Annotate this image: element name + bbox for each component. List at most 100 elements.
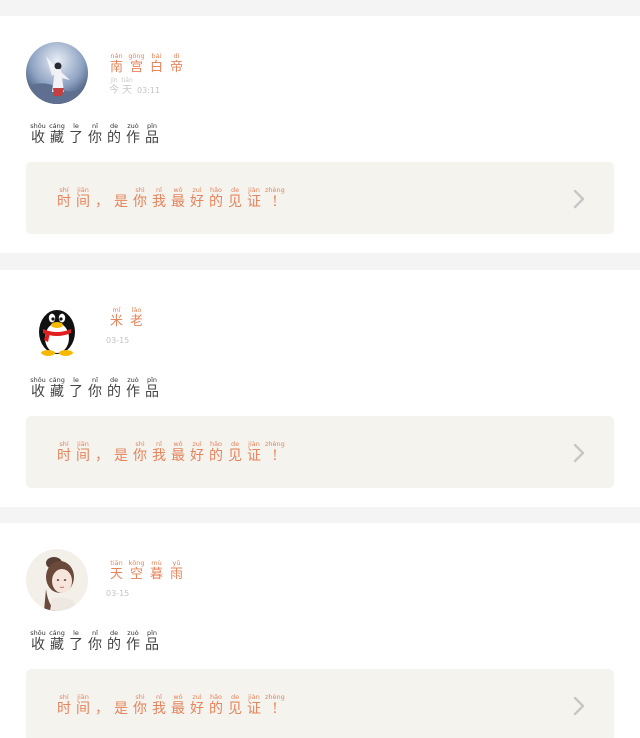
pinyin-annotation: yǔ bbox=[172, 559, 181, 567]
ruby-character: cáng 藏 bbox=[49, 629, 65, 653]
girl-in-white-robe-avatar-icon bbox=[26, 42, 88, 104]
pinyin-annotation: shí bbox=[59, 440, 69, 448]
hanzi-character: 了 bbox=[69, 637, 83, 653]
ruby-character: de 的 bbox=[106, 629, 122, 653]
pinyin-annotation: hǎo bbox=[209, 186, 223, 194]
ruby-character: gōng 宫 bbox=[128, 52, 145, 75]
pinyin-annotation: nǐ bbox=[156, 186, 162, 194]
feed-card-1: nán 南 gōng 宫 bái 白 dì 帝 jīn 今 tiān 天 03:11 shō… bbox=[0, 16, 640, 253]
qq-penguin-avatar-icon bbox=[26, 296, 88, 358]
ruby-character: shí 时 bbox=[56, 440, 72, 464]
hanzi-character: 好 bbox=[190, 448, 204, 464]
ruby-character: tiān 天 bbox=[108, 559, 125, 582]
pinyin-annotation: shì bbox=[135, 693, 145, 701]
hanzi-character: 了 bbox=[69, 384, 83, 400]
hanzi-character: 作 bbox=[126, 637, 140, 653]
work-link-3[interactable]: shí 时 jiān 间 ， 是 shì 你 nǐ 我 wǒ 最 zuì 好 hǎo 的 de… bbox=[26, 669, 614, 738]
pinyin-annotation: nǐ bbox=[92, 376, 98, 384]
ruby-character: shì 你 bbox=[132, 440, 148, 464]
hanzi-character: 时 bbox=[57, 194, 71, 210]
ruby-character: wǒ 最 bbox=[170, 440, 186, 464]
hanzi-character: 了 bbox=[69, 130, 83, 146]
hanzi-character: 的 bbox=[107, 637, 121, 653]
hanzi-character: 白 bbox=[149, 60, 163, 75]
hanzi-character: 作 bbox=[126, 384, 140, 400]
work-link-1[interactable]: shí 时 jiān 间 ， 是 shì 你 nǐ 我 wǒ 最 zuì 好 hǎo 的 de… bbox=[26, 162, 614, 234]
ruby-character: shí 时 bbox=[56, 186, 72, 210]
pinyin-annotation: tiān bbox=[121, 77, 133, 84]
pinyin-annotation: bái bbox=[151, 52, 162, 60]
ruby-character: tiān 天 bbox=[121, 77, 133, 97]
ruby-character: shōu 收 bbox=[30, 376, 46, 400]
pinyin-annotation: pǐn bbox=[146, 122, 158, 130]
ruby-character: pǐn 品 bbox=[144, 122, 160, 146]
pinyin-annotation: de bbox=[109, 122, 119, 130]
ruby-character: shì 你 bbox=[132, 186, 148, 210]
action-text-1: shōu 收 cáng 藏 le 了 nǐ 你 de 的 zuò 作 pǐn 品 bbox=[30, 122, 163, 146]
pinyin-annotation: nǐ bbox=[156, 693, 162, 701]
hanzi-character: ! bbox=[272, 448, 278, 464]
pinyin-annotation: jiàn bbox=[248, 693, 260, 701]
ruby-character: nǐ 你 bbox=[87, 376, 103, 400]
pinyin-annotation: le bbox=[73, 629, 79, 637]
feed-card-3: tiān 天 kōng 空 mù 暮 yǔ 雨 03-15 shōu 收 cáng 藏 le… bbox=[0, 523, 640, 738]
username-3[interactable]: tiān 天 kōng 空 mù 暮 yǔ 雨 bbox=[108, 559, 188, 582]
hanzi-character: 的 bbox=[107, 130, 121, 146]
ruby-character: nǐ 你 bbox=[87, 629, 103, 653]
chevron-right-icon bbox=[570, 442, 588, 464]
ruby-character: shōu 收 bbox=[30, 629, 46, 653]
ruby-character: ， bbox=[94, 440, 110, 464]
ruby-character: zhèng! bbox=[265, 186, 285, 210]
avatar-2[interactable] bbox=[26, 296, 88, 358]
ruby-character: jīn 今 bbox=[108, 77, 120, 97]
ruby-character: de 的 bbox=[106, 376, 122, 400]
ruby-character: shōu 收 bbox=[30, 122, 46, 146]
hanzi-character: 见 bbox=[228, 194, 242, 210]
pinyin-annotation: shì bbox=[135, 440, 145, 448]
pinyin-annotation: kōng bbox=[128, 559, 145, 567]
pinyin-annotation: le bbox=[73, 122, 79, 130]
hanzi-character: 最 bbox=[171, 701, 185, 717]
pinyin-annotation: shōu bbox=[30, 122, 46, 130]
pinyin-annotation: zuò bbox=[127, 376, 139, 384]
avatar-3[interactable] bbox=[26, 549, 88, 611]
ruby-character: hǎo 的 bbox=[208, 186, 224, 210]
ruby-character: 是 bbox=[113, 440, 129, 464]
hanzi-character: 你 bbox=[88, 130, 102, 146]
time-value: 03-15 bbox=[106, 589, 130, 598]
ruby-character: pǐn 品 bbox=[144, 376, 160, 400]
hanzi-character: 间 bbox=[76, 194, 90, 210]
ruby-character: jiàn 证 bbox=[246, 440, 262, 464]
username-1[interactable]: nán 南 gōng 宫 bái 白 dì 帝 bbox=[108, 52, 188, 75]
pinyin-annotation: nán bbox=[110, 52, 123, 60]
pinyin-annotation: de bbox=[230, 693, 240, 701]
hanzi-character: ， bbox=[95, 701, 109, 717]
feed-card-2: mǐ 米 lǎo 老 03-15 shōu 收 cáng 藏 le 了 nǐ 你 de 的 z… bbox=[0, 270, 640, 507]
avatar-1[interactable] bbox=[26, 42, 88, 104]
pinyin-annotation: shí bbox=[59, 186, 69, 194]
hanzi-character: 的 bbox=[209, 194, 223, 210]
hanzi-character: 老 bbox=[129, 314, 143, 329]
ruby-character: cáng 藏 bbox=[49, 376, 65, 400]
ruby-character: jiān 间 bbox=[75, 693, 91, 717]
ruby-character: de 见 bbox=[227, 440, 243, 464]
hanzi-character: 我 bbox=[152, 448, 166, 464]
action-text-2: shōu 收 cáng 藏 le 了 nǐ 你 de 的 zuò 作 pǐn 品 bbox=[30, 376, 163, 400]
work-title-1: shí 时 jiān 间 ， 是 shì 你 nǐ 我 wǒ 最 zuì 好 hǎo 的 de… bbox=[56, 186, 288, 210]
pinyin-annotation: wǒ bbox=[173, 693, 183, 701]
work-title-3: shí 时 jiān 间 ， 是 shì 你 nǐ 我 wǒ 最 zuì 好 hǎo 的 de… bbox=[56, 693, 288, 717]
ruby-character: shì 你 bbox=[132, 693, 148, 717]
work-link-2[interactable]: shí 时 jiān 间 ， 是 shì 你 nǐ 我 wǒ 最 zuì 好 hǎo 的 de… bbox=[26, 416, 614, 488]
hanzi-character: 藏 bbox=[50, 384, 64, 400]
username-2[interactable]: mǐ 米 lǎo 老 bbox=[108, 306, 148, 329]
hanzi-character: 天 bbox=[122, 85, 132, 96]
pinyin-annotation: hǎo bbox=[209, 440, 223, 448]
ruby-character: 是 bbox=[113, 693, 129, 717]
ruby-character: jiàn 证 bbox=[246, 693, 262, 717]
ruby-character: jiàn 证 bbox=[246, 186, 262, 210]
ruby-character: zuì 好 bbox=[189, 186, 205, 210]
timestamp-1: jīn 今 tiān 天 03:11 bbox=[108, 77, 188, 97]
hanzi-character: 是 bbox=[114, 194, 128, 210]
ruby-character: cáng 藏 bbox=[49, 122, 65, 146]
hanzi-character: ， bbox=[95, 448, 109, 464]
